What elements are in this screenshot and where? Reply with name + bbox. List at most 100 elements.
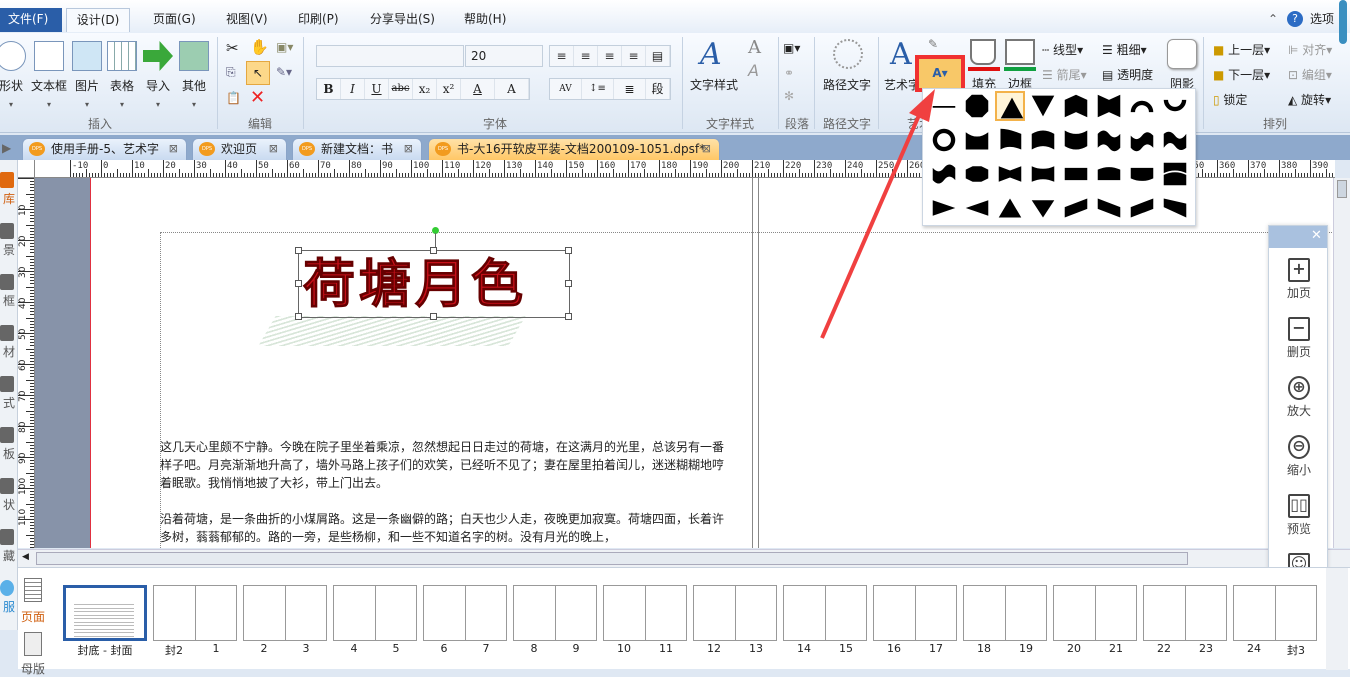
menu-print[interactable]: 印刷(P) — [290, 8, 347, 32]
art-shape-option-icon[interactable] — [995, 91, 1025, 121]
options-menu[interactable]: 选项 — [1302, 8, 1342, 32]
art-shape-option-icon[interactable] — [1061, 91, 1091, 121]
scroll-thumb[interactable] — [36, 552, 1188, 565]
shape-button[interactable]: 形状▾ — [0, 41, 30, 109]
bring-forward-button[interactable]: ■ 上一层▾ — [1213, 41, 1270, 58]
art-shape-option-icon[interactable] — [1094, 125, 1124, 155]
art-shape-option-icon[interactable] — [995, 159, 1025, 189]
line-type-button[interactable]: ┅ 线型▾ — [1042, 41, 1083, 58]
italic-button[interactable]: I — [341, 79, 365, 99]
copy-icon[interactable]: ⎘ — [226, 65, 236, 80]
doc-tab[interactable]: DPS使用手册-5、艺术字⊠ — [22, 138, 187, 160]
doc-tab[interactable]: DPS书-大16开软皮平装-文档200109-1051.dpsf*⊠ — [428, 138, 720, 160]
art-shape-option-icon[interactable] — [962, 125, 992, 155]
sidebar-item[interactable]: 状 — [0, 478, 18, 513]
page-thumbnail[interactable] — [603, 585, 687, 641]
page-thumbnail[interactable] — [423, 585, 507, 641]
page-thumbnail[interactable] — [783, 585, 867, 641]
page-thumbnail[interactable] — [963, 585, 1047, 641]
page-thumbnail[interactable] — [153, 585, 237, 641]
page-thumbnail[interactable] — [873, 585, 957, 641]
tab-scroll-left-icon[interactable]: ▶ — [2, 141, 11, 155]
align-center-button[interactable]: ≡ — [574, 46, 598, 66]
art-shape-option-icon[interactable] — [1094, 193, 1124, 223]
lock-button[interactable]: ▯ 锁定 — [1213, 91, 1247, 108]
page-thumbnail[interactable] — [693, 585, 777, 641]
resize-handle[interactable] — [430, 247, 437, 254]
add-page-button[interactable]: +加页 — [1269, 258, 1329, 301]
resize-handle[interactable] — [565, 247, 572, 254]
justify-button[interactable]: ≡ — [622, 46, 646, 66]
sidebar-item[interactable]: 藏 — [0, 529, 18, 564]
cut-icon[interactable]: ✂ — [226, 39, 239, 57]
canvas[interactable]: 荷塘月色 这几天心里颇不宁静。今晚在院子里坐着乘凉，忽然想起日日走过的荷塘，在这… — [35, 178, 1333, 548]
zoom-in-button[interactable]: ⊕放大 — [1269, 376, 1329, 419]
art-shape-option-icon[interactable] — [962, 159, 992, 189]
sidebar-item[interactable]: 框 — [0, 274, 18, 309]
edit-art-icon[interactable]: ✎ — [928, 37, 938, 51]
char-spacing-button[interactable]: AV — [550, 79, 582, 99]
resize-handle[interactable] — [565, 313, 572, 320]
page-thumbnail[interactable] — [1143, 585, 1227, 641]
doc-tab[interactable]: DPS新建文档：书⊠ — [292, 138, 422, 160]
art-shape-option-icon[interactable] — [1160, 159, 1190, 189]
resize-handle[interactable] — [295, 280, 302, 287]
zoom-out-button[interactable]: ⊖缩小 — [1269, 435, 1329, 478]
text-effect-icon[interactable]: A — [748, 61, 759, 80]
subscript-button[interactable]: x₂ — [413, 79, 437, 99]
close-tab-icon[interactable]: ⊠ — [404, 139, 413, 159]
sidebar-item[interactable]: 库 — [0, 172, 18, 207]
close-tab-icon[interactable]: ⊠ — [269, 139, 278, 159]
page-thumbnail[interactable] — [63, 585, 147, 641]
paste-icon[interactable]: 📋 — [226, 91, 241, 105]
resize-handle[interactable] — [430, 313, 437, 320]
other-button[interactable]: 其他▾ — [175, 41, 213, 109]
sidebar-item[interactable]: 板 — [0, 427, 18, 462]
send-backward-button[interactable]: ■ 下一层▾ — [1213, 66, 1270, 83]
art-shape-option-icon[interactable] — [1028, 91, 1058, 121]
art-shape-option-icon[interactable] — [1028, 193, 1058, 223]
preview-button[interactable]: ▯▯预览 — [1269, 494, 1329, 537]
bold-button[interactable]: B — [317, 79, 341, 99]
thickness-button[interactable]: ☰ 粗细▾ — [1102, 41, 1147, 58]
hand-icon[interactable]: ✋ — [250, 38, 269, 56]
textbox-button[interactable]: 文本框▾ — [30, 41, 68, 109]
font-color-button[interactable]: A — [461, 79, 495, 99]
pick-icon[interactable]: ▣▾ — [276, 40, 293, 54]
doc-tab[interactable]: DPS欢迎页⊠ — [192, 138, 287, 160]
art-shape-option-icon[interactable] — [1028, 159, 1058, 189]
text-frame-icon[interactable]: ▣▾ — [783, 41, 800, 55]
scroll-left-icon[interactable]: ◀ — [22, 552, 29, 562]
border-pencil-icon[interactable] — [1005, 39, 1035, 65]
art-text-object[interactable]: 荷塘月色 — [298, 250, 570, 318]
list-button[interactable]: ≣ — [614, 79, 646, 99]
resize-handle[interactable] — [565, 280, 572, 287]
zoom-slider-handle[interactable] — [1339, 0, 1347, 44]
sidebar-item[interactable]: 式 — [0, 376, 18, 411]
resize-handle[interactable] — [295, 247, 302, 254]
font-size-select[interactable]: 20 — [465, 45, 543, 67]
art-shape-option-icon[interactable] — [1061, 193, 1091, 223]
menu-share[interactable]: 分享导出(S) — [362, 8, 443, 32]
close-tab-icon[interactable]: ⊠ — [169, 139, 178, 159]
underline-button[interactable]: U — [365, 79, 389, 99]
menu-view[interactable]: 视图(V) — [218, 8, 276, 32]
art-shape-option-icon[interactable] — [1127, 91, 1157, 121]
format-painter-icon[interactable]: ✎▾ — [276, 65, 292, 79]
art-shape-option-icon[interactable] — [1160, 91, 1190, 121]
delete-icon[interactable]: ✕ — [250, 87, 265, 108]
distribute-button[interactable]: ▤ — [646, 46, 670, 66]
text-outline-icon[interactable]: A — [748, 37, 761, 58]
page-thumbnail[interactable] — [243, 585, 327, 641]
import-button[interactable]: 导入▾ — [139, 41, 177, 109]
transparency-button[interactable]: ▤ 透明度 — [1102, 66, 1153, 83]
superscript-button[interactable]: x² — [437, 79, 461, 99]
tab-pages[interactable]: 页面 — [21, 608, 45, 625]
art-shape-option-icon[interactable] — [1094, 159, 1124, 189]
help-icon[interactable]: ? — [1287, 11, 1303, 27]
strikethrough-button[interactable]: abc — [389, 79, 413, 99]
art-shape-option-icon[interactable] — [1127, 193, 1157, 223]
sidebar-item[interactable]: 服 — [0, 580, 18, 615]
highlight-button[interactable]: A — [495, 79, 529, 99]
fill-bucket-icon[interactable] — [970, 39, 996, 65]
